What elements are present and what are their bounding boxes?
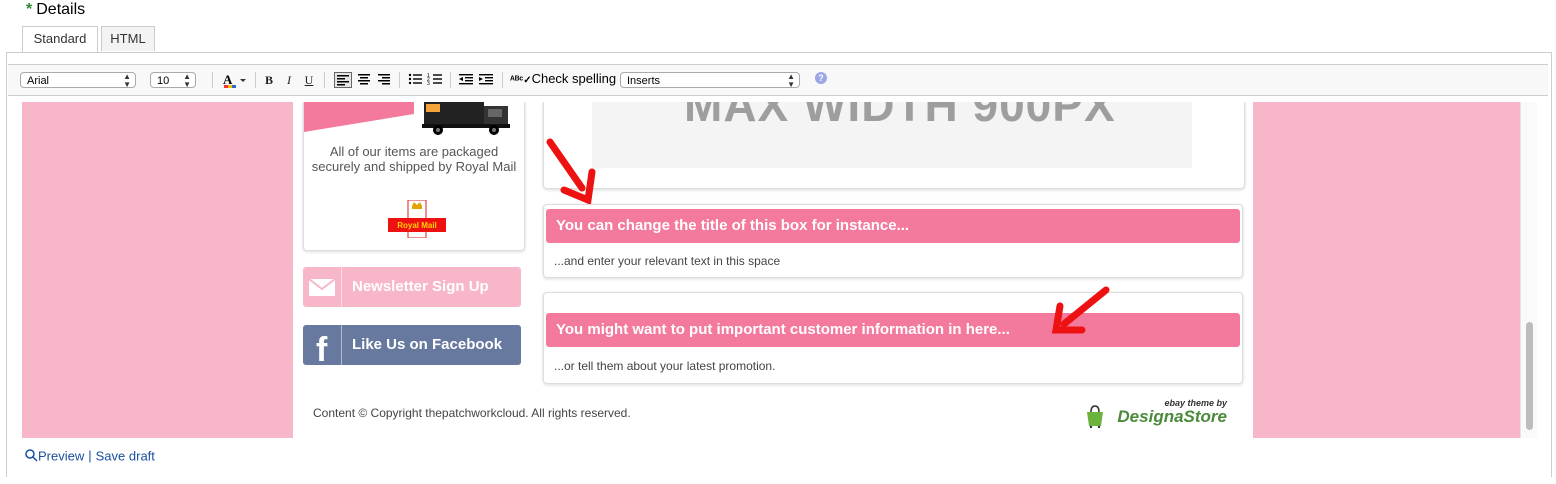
link-separator: |: [88, 448, 92, 464]
royal-mail-label: Royal Mail: [397, 221, 437, 230]
envelope-icon: [303, 267, 342, 307]
select-arrows-icon: ▲ ▼: [123, 72, 131, 89]
newsletter-label: Newsletter Sign Up: [352, 278, 489, 295]
royal-mail-logo: Royal Mail: [388, 200, 446, 238]
details-title: Details: [36, 1, 86, 18]
info-box-2-title: You might want to put important customer…: [556, 321, 1010, 338]
font-family-select[interactable]: Arial ▲ ▼: [20, 72, 136, 89]
align-right-icon[interactable]: [375, 72, 393, 88]
delivery-truck-icon: [422, 102, 510, 135]
info-box-2: You might want to put important customer…: [543, 292, 1243, 384]
shipping-text: All of our items are packaged securely a…: [311, 144, 517, 174]
details-heading: * Details: [26, 0, 85, 20]
save-draft-link[interactable]: Save draft: [96, 448, 155, 463]
info-box-1-title-bar: You can change the title of this box for…: [546, 209, 1240, 243]
tab-html[interactable]: HTML: [101, 26, 155, 51]
preview-link[interactable]: Preview: [38, 448, 84, 463]
inserts-select[interactable]: Inserts ▲ ▼: [620, 72, 800, 89]
facebook-like-button[interactable]: f Like Us on Facebook: [303, 325, 521, 369]
select-arrows-icon: ▲ ▼: [787, 72, 795, 89]
font-size-value: 10: [157, 75, 170, 87]
required-marker: *: [26, 1, 33, 18]
info-box-1-body: ...and enter your relevant text in this …: [554, 254, 781, 268]
shipping-box: All of our items are packaged securely a…: [303, 102, 525, 251]
editor-scrollbar[interactable]: [1520, 102, 1537, 438]
shopping-bag-icon: [1087, 405, 1103, 428]
banner-box: MAX WIDTH 900PX: [543, 102, 1245, 189]
facebook-label: Like Us on Facebook: [352, 336, 503, 353]
toolbar-separator: [399, 72, 400, 88]
scrollbar-thumb[interactable]: [1526, 322, 1533, 430]
font-family-value: Arial: [27, 75, 50, 87]
svg-text:f: f: [316, 331, 328, 365]
newsletter-signup-button[interactable]: Newsletter Sign Up: [303, 267, 521, 307]
tab-standard[interactable]: Standard: [22, 26, 98, 52]
font-size-select[interactable]: 10 ▲ ▼: [150, 72, 196, 89]
bold-icon[interactable]: B: [262, 72, 276, 88]
red-arrow-left-icon: [1051, 286, 1110, 334]
bullet-list-icon[interactable]: [406, 72, 424, 88]
copyright-text: Content © Copyright thepatchworkcloud. A…: [313, 406, 631, 420]
info-box-1-title: You can change the title of this box for…: [556, 217, 910, 234]
select-arrows-icon: ▲ ▼: [183, 72, 191, 89]
banner-text: MAX WIDTH 900PX: [684, 102, 1116, 131]
svg-text:3: 3: [427, 81, 430, 86]
editor-content-area[interactable]: All of our items are packaged securely a…: [22, 102, 1536, 438]
designastore-logo: ebay theme by DesignaStore: [1083, 398, 1233, 430]
info-box-1: You can change the title of this box for…: [543, 204, 1243, 278]
italic-icon[interactable]: I: [282, 72, 296, 88]
facebook-icon: f: [303, 325, 342, 369]
magnifier-icon: [24, 448, 38, 466]
toolbar-separator: [212, 72, 213, 88]
outdent-icon[interactable]: [457, 72, 475, 88]
toolbar-separator: [450, 72, 451, 88]
spellcheck-icon: ᴬᴮᶜ✓: [510, 75, 532, 86]
editor-footer-links: Preview | Save draft: [24, 448, 155, 466]
inserts-value: Inserts: [627, 75, 661, 87]
check-spelling-button[interactable]: ᴬᴮᶜ✓Check spelling: [510, 71, 616, 89]
info-box-2-body: ...or tell them about your latest promot…: [554, 359, 776, 373]
toolbar-separator: [324, 72, 325, 88]
toolbar-separator: [502, 72, 503, 88]
text-color-icon[interactable]: A: [221, 72, 249, 88]
align-center-icon[interactable]: [355, 72, 373, 88]
toolbar-separator: [255, 72, 256, 88]
info-box-2-title-bar: You might want to put important customer…: [546, 313, 1240, 347]
pink-wedge-decoration: [304, 102, 414, 132]
underline-icon[interactable]: U: [302, 72, 316, 88]
check-spelling-label: Check spelling: [531, 71, 617, 86]
listing-template: All of our items are packaged securely a…: [293, 102, 1253, 438]
red-arrow-down-icon: [546, 138, 596, 204]
numbered-list-icon[interactable]: 123: [426, 72, 444, 88]
indent-icon[interactable]: [477, 72, 495, 88]
align-left-icon[interactable]: [334, 72, 352, 88]
svg-text:A: A: [223, 72, 233, 87]
banner-image: MAX WIDTH 900PX: [592, 102, 1192, 168]
editor-toolbar: Arial ▲ ▼ 10 ▲ ▼ A B I U 123 ᴬᴮᶜ✓Check spe…: [8, 64, 1548, 96]
designastore-brand: DesignaStore: [1117, 407, 1227, 426]
help-icon[interactable]: ?: [815, 72, 827, 84]
